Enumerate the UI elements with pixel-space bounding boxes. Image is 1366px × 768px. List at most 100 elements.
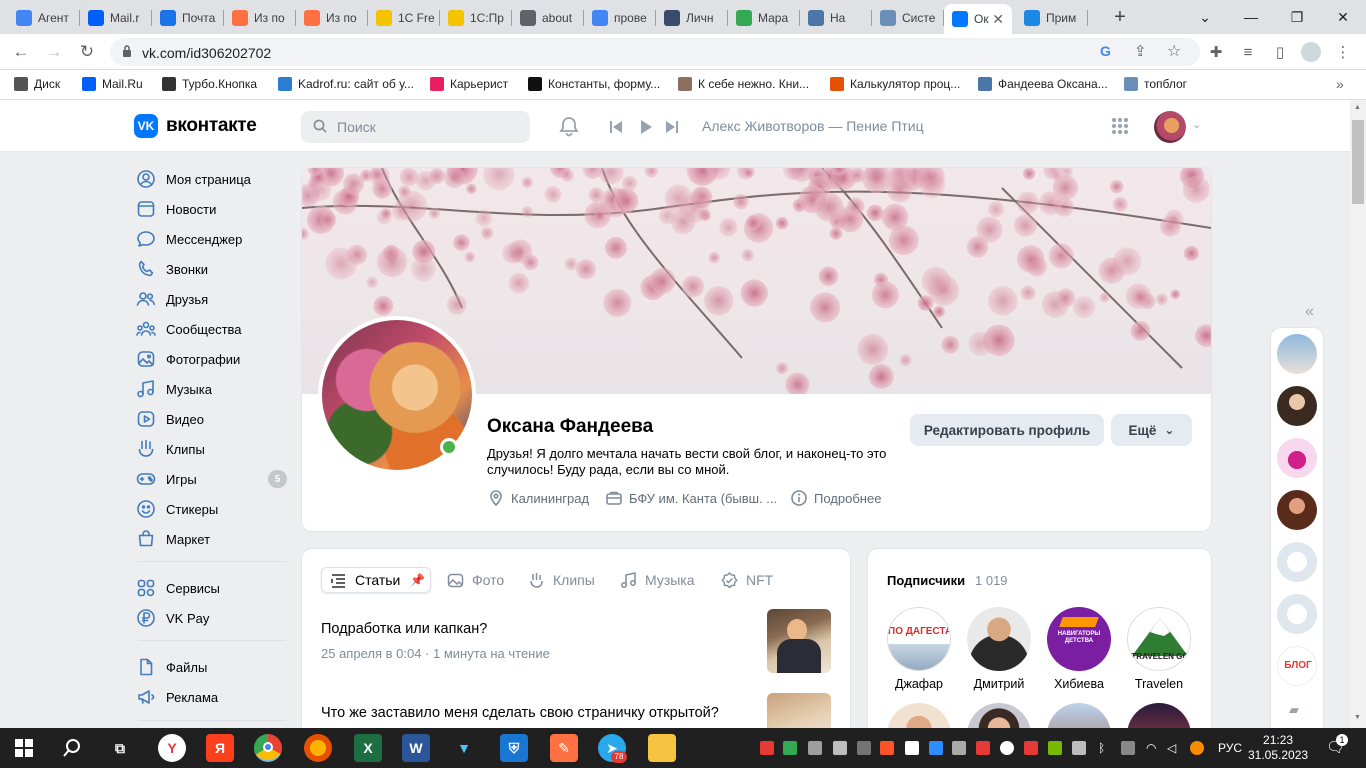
profile-city[interactable]: Калининград xyxy=(487,489,589,507)
scrollbar-thumb[interactable] xyxy=(1352,120,1364,204)
sidebar-item[interactable]: Мессенджер xyxy=(134,224,289,254)
follower-name[interactable]: Дмитрий xyxy=(959,677,1039,691)
browser-tab[interactable]: Мара xyxy=(728,4,800,32)
firefox-icon[interactable] xyxy=(304,734,332,762)
tab-photos[interactable]: Фото xyxy=(447,567,504,593)
browser-tab[interactable]: Почта xyxy=(152,4,224,32)
sidebar-item[interactable]: Новости xyxy=(134,194,289,224)
sidebar-item[interactable]: Фотографии xyxy=(134,344,289,374)
bookmark-item[interactable]: К себе нежно. Кни... xyxy=(678,77,809,91)
sidebar-item[interactable]: VK Pay xyxy=(134,603,289,633)
media-control-icon[interactable]: ≡ xyxy=(1238,42,1258,62)
bluetooth-icon[interactable]: ᛒ xyxy=(1098,741,1112,755)
scroll-up-arrow-icon[interactable]: ▲ xyxy=(1354,104,1361,111)
friend-mini-avatar[interactable] xyxy=(1277,542,1317,582)
chat-bubble-icon[interactable]: ▰ xyxy=(1289,702,1299,718)
bookmark-item[interactable]: Диск xyxy=(14,77,60,91)
tray-app-icon[interactable] xyxy=(808,741,822,755)
follower-name[interactable]: Джафар xyxy=(879,677,959,691)
bookmark-item[interactable]: Mail.Ru xyxy=(82,77,143,91)
browser-tab[interactable]: На xyxy=(800,4,872,32)
volume-icon[interactable]: ◁ xyxy=(1167,741,1181,755)
bookmark-star-icon[interactable]: ☆ xyxy=(1167,41,1181,61)
browser-tab[interactable]: 1С:Пр xyxy=(440,4,512,32)
bookmark-item[interactable]: Турбо.Кнопка xyxy=(162,77,257,91)
previous-track-icon[interactable] xyxy=(608,119,624,135)
tray-app-icon[interactable] xyxy=(760,741,774,755)
windows-start-icon[interactable] xyxy=(10,734,38,762)
browser-tab[interactable]: Систе xyxy=(872,4,944,32)
friend-mini-avatar[interactable] xyxy=(1277,490,1317,530)
zoom-tray-icon[interactable] xyxy=(929,741,943,755)
back-arrow-icon[interactable]: ← xyxy=(10,41,32,63)
now-playing-track[interactable]: Алекс Животворов — Пение Птиц xyxy=(702,118,924,134)
follower-avatar[interactable]: TRAVELEN GO xyxy=(1127,607,1191,671)
paint-app-icon[interactable]: ✎ xyxy=(550,734,578,762)
close-tab-icon[interactable]: ✕ xyxy=(992,11,1004,28)
play-icon[interactable] xyxy=(638,119,654,135)
tray-app-icon[interactable] xyxy=(833,741,847,755)
share-icon[interactable]: ⇪ xyxy=(1134,42,1147,60)
sidebar-item[interactable]: Файлы xyxy=(134,652,289,682)
side-panel-icon[interactable]: ▯ xyxy=(1270,42,1290,62)
browser-tab[interactable]: Прим xyxy=(1016,4,1088,32)
browser-tab[interactable]: Из по xyxy=(296,4,368,32)
word-icon[interactable]: W xyxy=(402,734,430,762)
browser-tab[interactable]: прове xyxy=(584,4,656,32)
apps-grid-icon[interactable] xyxy=(1111,117,1129,135)
tray-app-icon[interactable] xyxy=(976,741,990,755)
chrome-menu-icon[interactable]: ⋮ xyxy=(1333,42,1353,62)
close-window-button[interactable]: ✕ xyxy=(1320,0,1366,34)
notifications-bell-icon[interactable] xyxy=(558,115,580,137)
follower-avatar[interactable]: ПО ДАГЕСТАНУ xyxy=(887,607,951,671)
new-tab-button[interactable]: + xyxy=(1108,6,1132,28)
more-bookmarks-icon[interactable]: » xyxy=(1336,76,1344,92)
friend-mini-avatar[interactable] xyxy=(1277,594,1317,634)
drive-tray-icon[interactable] xyxy=(783,741,797,755)
nvidia-tray-icon[interactable] xyxy=(1048,741,1062,755)
user-avatar[interactable] xyxy=(1154,111,1186,143)
task-view-icon[interactable]: ⧉ xyxy=(106,734,134,762)
scroll-down-arrow-icon[interactable]: ▼ xyxy=(1354,714,1361,721)
friend-mini-avatar[interactable]: БЛОГ xyxy=(1277,646,1317,686)
sidebar-item[interactable]: Стикеры xyxy=(134,494,289,524)
tray-app-icon[interactable] xyxy=(1121,741,1135,755)
sidebar-item[interactable]: Игры 5 xyxy=(134,464,289,494)
browser-tab[interactable]: Из по xyxy=(224,4,296,32)
tab-clips[interactable]: Клипы xyxy=(528,567,595,593)
tray-app-icon[interactable] xyxy=(857,741,871,755)
address-bar[interactable]: vk.com/id306202702 G ⇪ ☆ xyxy=(110,38,1200,66)
more-button[interactable]: Ещё ⌄ xyxy=(1111,414,1192,446)
sidebar-item[interactable]: Музыка xyxy=(134,374,289,404)
friend-mini-avatar[interactable] xyxy=(1277,334,1317,374)
tray-app-icon[interactable] xyxy=(952,741,966,755)
bookmark-item[interactable]: топблог xyxy=(1124,77,1187,91)
chrome-icon[interactable] xyxy=(254,734,282,762)
browser-tab[interactable]: Агент xyxy=(8,4,80,32)
restore-button[interactable]: ❐ xyxy=(1274,0,1320,34)
yandex-browser-icon[interactable]: Y xyxy=(158,734,186,762)
sidebar-item[interactable]: Моя страница xyxy=(134,164,289,194)
vk-search-input[interactable]: Поиск xyxy=(301,111,530,143)
sidebar-item[interactable]: Видео xyxy=(134,404,289,434)
follower-name[interactable]: Travelen xyxy=(1119,677,1199,691)
profile-details-link[interactable]: Подробнее xyxy=(790,489,881,507)
url-text[interactable]: vk.com/id306202702 xyxy=(142,45,271,61)
collapse-chevrons-icon[interactable]: « xyxy=(1305,303,1314,321)
security-shield-icon[interactable]: ⛨ xyxy=(500,734,528,762)
sidebar-item[interactable]: Звонки xyxy=(134,254,289,284)
file-explorer-icon[interactable] xyxy=(648,734,676,762)
page-scrollbar[interactable]: ▲ ▼ xyxy=(1350,100,1366,728)
browser-tab[interactable]: Ок ✕ xyxy=(944,4,1012,34)
yandex-icon[interactable]: Я xyxy=(206,734,234,762)
tab-music[interactable]: Музыка xyxy=(620,567,695,593)
vk-logo[interactable]: VK вконтакте xyxy=(134,114,257,138)
brave-tray-icon[interactable] xyxy=(880,741,894,755)
tab-search-icon[interactable]: ⌄ xyxy=(1182,0,1228,34)
article-title[interactable]: Что же заставило меня сделать свою стран… xyxy=(321,705,719,721)
tray-app-icon[interactable] xyxy=(1072,741,1086,755)
friend-mini-avatar[interactable] xyxy=(1277,386,1317,426)
edit-profile-button[interactable]: Редактировать профиль xyxy=(910,414,1104,446)
browser-tab[interactable]: 1С Fre xyxy=(368,4,440,32)
profile-education[interactable]: БФУ им. Канта (бывш. ... xyxy=(605,489,777,507)
